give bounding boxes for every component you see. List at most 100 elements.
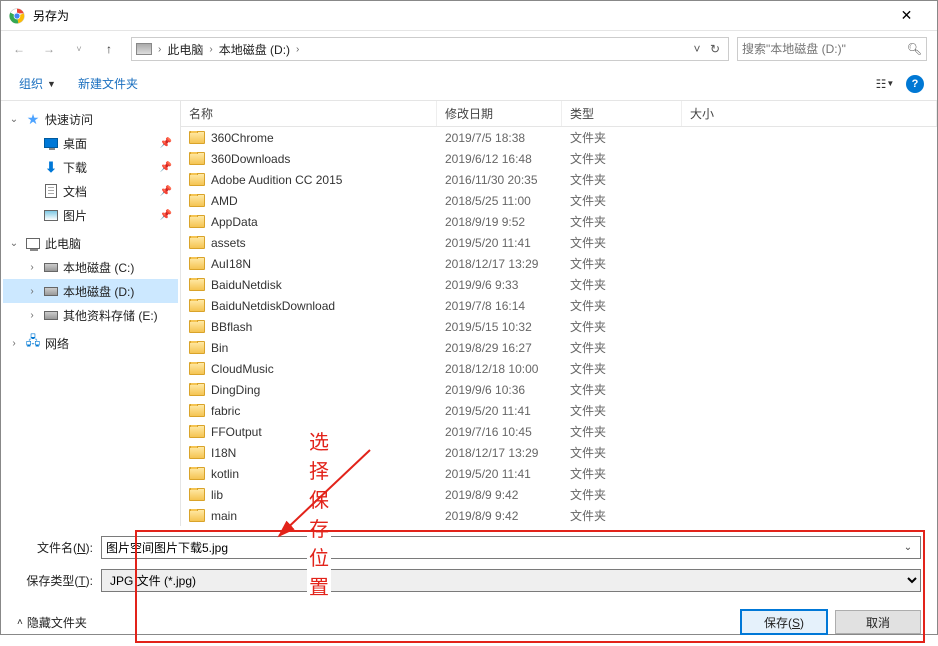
tree-item-pictures[interactable]: 图片 📌 — [3, 203, 178, 227]
folder-icon — [189, 194, 205, 207]
file-type: 文件夹 — [562, 171, 682, 188]
folder-icon — [189, 446, 205, 459]
expand-icon[interactable]: › — [7, 338, 21, 349]
up-button[interactable]: ↑ — [95, 35, 123, 63]
search-icon[interactable]: 🔍︎ — [907, 42, 922, 56]
tree-item-drive-d[interactable]: › 本地磁盘 (D:) — [3, 279, 178, 303]
file-row[interactable]: fabric2019/5/20 11:41文件夹 — [181, 400, 937, 421]
folder-icon — [189, 278, 205, 291]
file-row[interactable]: Adobe Audition CC 20152016/11/30 20:35文件… — [181, 169, 937, 190]
new-folder-button[interactable]: 新建文件夹 — [70, 71, 146, 96]
refresh-button[interactable]: ↻ — [706, 38, 724, 60]
hide-folders-button[interactable]: ˄ 隐藏文件夹 — [17, 614, 87, 631]
folder-icon — [189, 362, 205, 375]
tree-quick-access[interactable]: ⌄ ★ 快速访问 — [3, 107, 178, 131]
back-button[interactable]: ← — [5, 35, 33, 63]
recent-dropdown[interactable]: ˅ — [65, 35, 93, 63]
expand-icon[interactable]: › — [25, 286, 39, 297]
file-row[interactable]: CloudMusic2018/12/18 10:00文件夹 — [181, 358, 937, 379]
file-row[interactable]: 360Downloads2019/6/12 16:48文件夹 — [181, 148, 937, 169]
file-row[interactable]: AuI18N2018/12/17 13:29文件夹 — [181, 253, 937, 274]
breadcrumb[interactable]: › 此电脑 › 本地磁盘 (D:) › ˅ ↻ — [131, 37, 729, 61]
file-row[interactable]: BaiduNetdiskDownload2019/7/8 16:14文件夹 — [181, 295, 937, 316]
search-box[interactable]: 🔍︎ — [737, 37, 927, 61]
file-name: main — [211, 509, 237, 523]
tree-item-documents[interactable]: 文档 📌 — [3, 179, 178, 203]
folder-icon — [189, 383, 205, 396]
file-row[interactable]: kotlin2019/5/20 11:41文件夹 — [181, 463, 937, 484]
file-row[interactable]: AppData2018/9/19 9:52文件夹 — [181, 211, 937, 232]
file-date: 2019/8/29 16:27 — [437, 341, 562, 355]
pc-icon — [25, 235, 41, 251]
file-date: 2018/5/25 11:00 — [437, 194, 562, 208]
filename-row: 文件名(N): ⌄ — [17, 536, 921, 559]
file-type: 文件夹 — [562, 234, 682, 251]
column-type[interactable]: 类型 — [562, 101, 682, 126]
expand-icon[interactable]: › — [25, 262, 39, 273]
file-row[interactable]: AMD2018/5/25 11:00文件夹 — [181, 190, 937, 211]
file-type: 文件夹 — [562, 465, 682, 482]
organize-button[interactable]: 组织 ▼ — [11, 71, 64, 96]
file-row[interactable]: FFOutput2019/7/16 10:45文件夹 — [181, 421, 937, 442]
expand-icon[interactable]: › — [25, 310, 39, 321]
pin-icon: 📌 — [160, 186, 172, 197]
file-row[interactable]: DingDing2019/9/6 10:36文件夹 — [181, 379, 937, 400]
file-row[interactable]: 360Chrome2019/7/5 18:38文件夹 — [181, 127, 937, 148]
chrome-icon — [9, 8, 25, 24]
breadcrumb-item[interactable]: 此电脑 — [163, 41, 207, 58]
filetype-label: 保存类型(T): — [17, 572, 93, 589]
folder-icon — [189, 488, 205, 501]
file-name: kotlin — [211, 467, 239, 481]
filetype-select[interactable]: JPG 文件 (*.jpg) — [101, 569, 921, 592]
column-date[interactable]: 修改日期 — [437, 101, 562, 126]
column-name[interactable]: 名称 — [181, 101, 437, 126]
tree-item-desktop[interactable]: 桌面 📌 — [3, 131, 178, 155]
collapse-icon[interactable]: ⌄ — [7, 238, 21, 249]
file-row[interactable]: Bin2019/8/29 16:27文件夹 — [181, 337, 937, 358]
folder-tree[interactable]: ⌄ ★ 快速访问 桌面 📌 ⬇ 下载 📌 文档 📌 — [1, 101, 181, 526]
folder-icon — [189, 509, 205, 522]
save-form: 文件名(N): ⌄ 保存类型(T): JPG 文件 (*.jpg) — [1, 526, 937, 592]
tree-item-downloads[interactable]: ⬇ 下载 📌 — [3, 155, 178, 179]
file-type: 文件夹 — [562, 339, 682, 356]
folder-icon — [189, 173, 205, 186]
view-options-button[interactable]: ☷▼ — [873, 72, 897, 96]
forward-button: → — [35, 35, 63, 63]
tree-network[interactable]: › 🖧 网络 — [3, 331, 178, 355]
file-row[interactable]: lib2019/8/9 9:42文件夹 — [181, 484, 937, 505]
folder-icon — [189, 299, 205, 312]
filename-field[interactable]: ⌄ — [101, 536, 921, 559]
breadcrumb-dropdown[interactable]: ˅ — [688, 38, 706, 60]
file-list-header: 名称 修改日期 类型 大小 — [181, 101, 937, 127]
cancel-button[interactable]: 取消 — [835, 610, 921, 634]
filename-dropdown[interactable]: ⌄ — [900, 542, 916, 553]
help-button[interactable]: ? — [903, 72, 927, 96]
file-row[interactable]: I18N2018/12/17 13:29文件夹 — [181, 442, 937, 463]
download-icon: ⬇ — [43, 159, 59, 175]
file-row[interactable]: BBflash2019/5/15 10:32文件夹 — [181, 316, 937, 337]
file-name: CloudMusic — [211, 362, 274, 376]
file-type: 文件夹 — [562, 486, 682, 503]
file-row[interactable]: assets2019/5/20 11:41文件夹 — [181, 232, 937, 253]
file-name: lib — [211, 488, 223, 502]
file-row[interactable]: main2019/8/9 9:42文件夹 — [181, 505, 937, 526]
file-type: 文件夹 — [562, 150, 682, 167]
collapse-icon[interactable]: ⌄ — [7, 114, 21, 125]
tree-item-drive-c[interactable]: › 本地磁盘 (C:) — [3, 255, 178, 279]
file-type: 文件夹 — [562, 402, 682, 419]
filename-input[interactable] — [106, 541, 900, 555]
search-input[interactable] — [742, 42, 907, 56]
file-row[interactable]: BaiduNetdisk2019/9/6 9:33文件夹 — [181, 274, 937, 295]
folder-icon — [189, 425, 205, 438]
column-size[interactable]: 大小 — [682, 101, 937, 126]
file-date: 2018/12/17 13:29 — [437, 257, 562, 271]
file-list-body[interactable]: 360Chrome2019/7/5 18:38文件夹360Downloads20… — [181, 127, 937, 526]
file-date: 2018/12/17 13:29 — [437, 446, 562, 460]
tree-this-pc[interactable]: ⌄ 此电脑 — [3, 231, 178, 255]
close-button[interactable]: ✕ — [884, 1, 929, 31]
save-button[interactable]: 保存(S) — [741, 610, 827, 634]
file-type: 文件夹 — [562, 213, 682, 230]
breadcrumb-item[interactable]: 本地磁盘 (D:) — [215, 41, 294, 58]
file-name: I18N — [211, 446, 236, 460]
tree-item-drive-e[interactable]: › 其他资料存储 (E:) — [3, 303, 178, 327]
